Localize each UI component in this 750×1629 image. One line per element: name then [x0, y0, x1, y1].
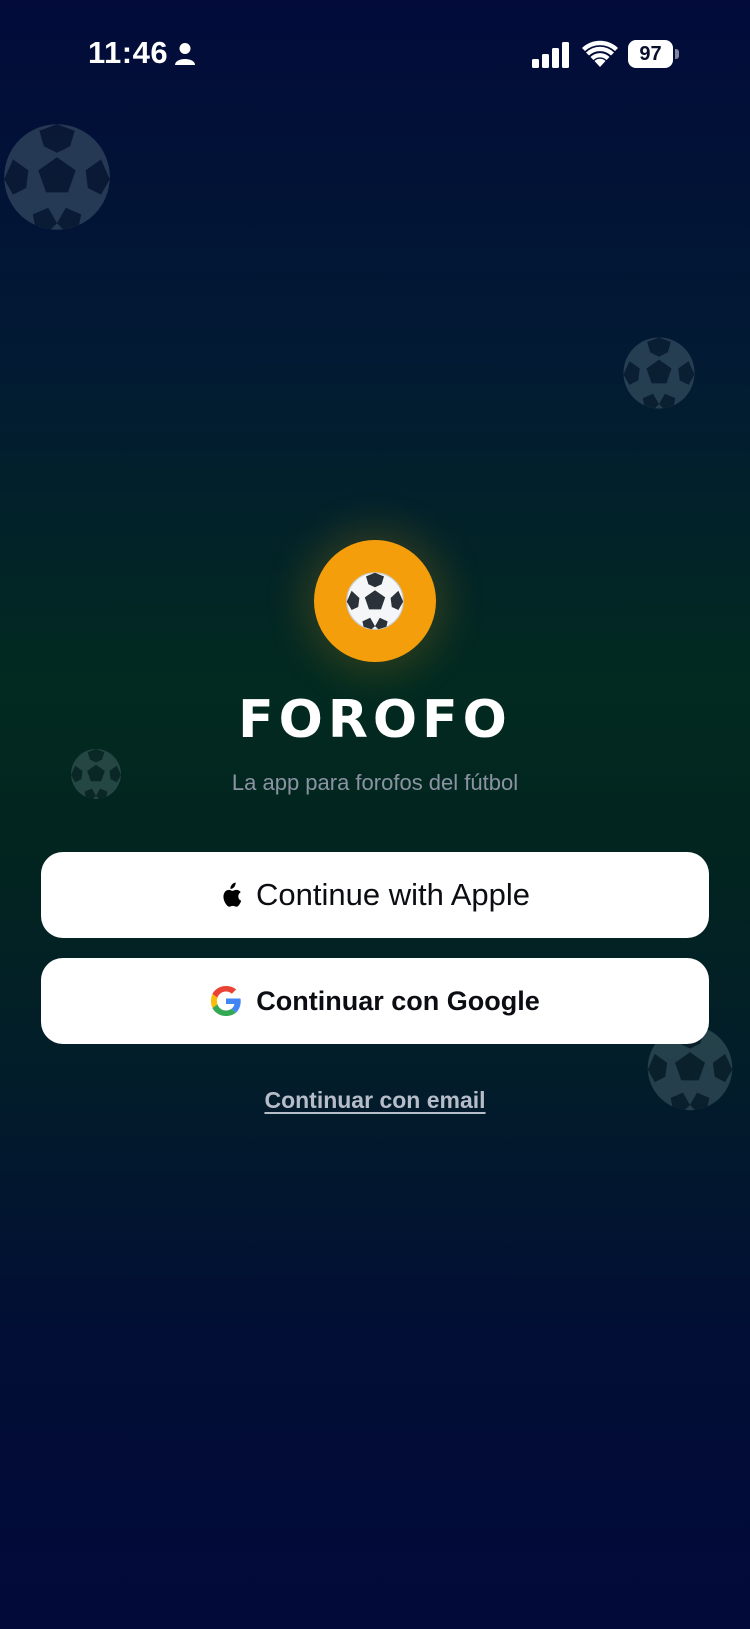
- wifi-icon: [582, 40, 618, 67]
- apple-button-label: Continue with Apple: [255, 877, 531, 912]
- soccer-ball-icon: [346, 572, 404, 630]
- battery-tip: [675, 49, 679, 59]
- status-time: 11:46: [88, 35, 169, 70]
- battery-level: 97: [628, 40, 673, 68]
- google-button-label: Continuar con Google: [256, 985, 540, 1016]
- continue-with-email-link[interactable]: Continuar con email: [0, 1087, 750, 1114]
- status-bar: 11:46 97: [0, 0, 750, 110]
- google-icon: [210, 985, 242, 1017]
- continue-with-google-button[interactable]: Continuar con Google: [41, 958, 709, 1044]
- person-icon: [175, 43, 195, 65]
- apple-icon: [220, 882, 242, 909]
- app-logo: [314, 540, 436, 662]
- app-tagline: La app para forofos del fútbol: [231, 770, 519, 795]
- background-ball-icon: [4, 124, 110, 230]
- app-title: FOROFO: [238, 690, 512, 750]
- background-ball-icon: [623, 337, 695, 409]
- continue-with-apple-button[interactable]: Continue with Apple: [41, 852, 709, 938]
- battery-icon: 97: [628, 40, 679, 68]
- signal-icon: [532, 42, 569, 68]
